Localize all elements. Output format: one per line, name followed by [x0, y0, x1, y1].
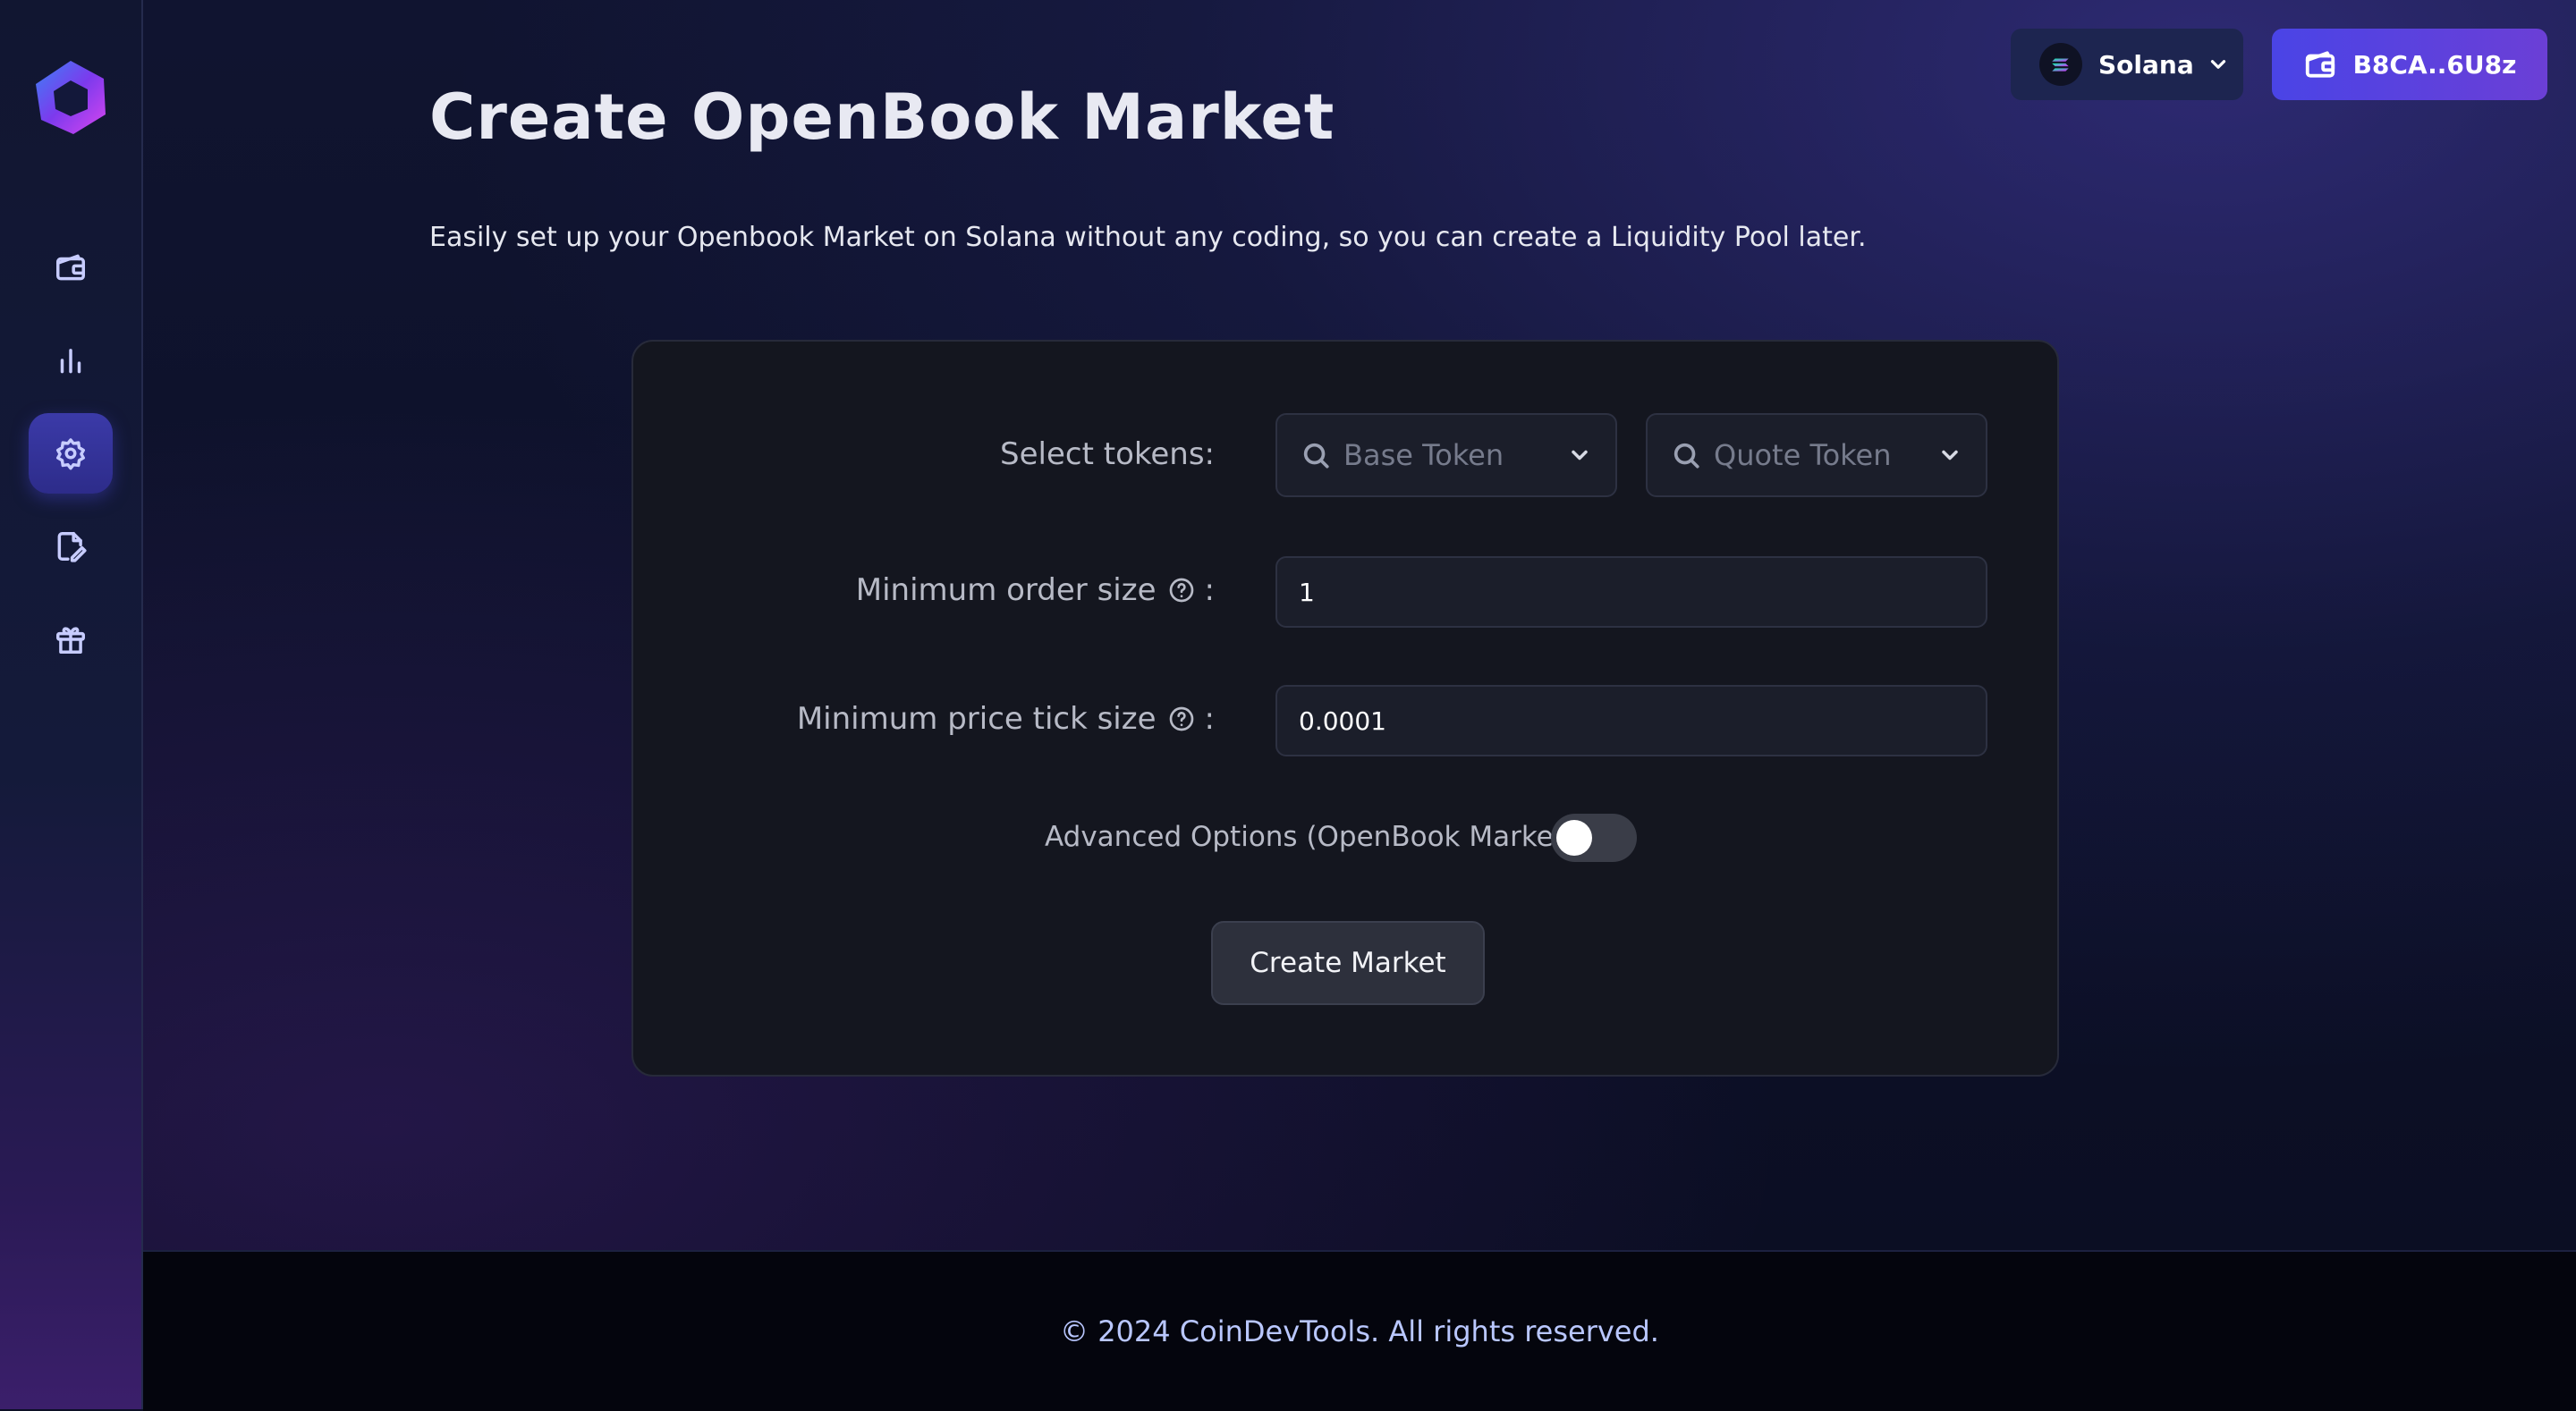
min-order-size-input[interactable] — [1275, 556, 1987, 628]
help-icon[interactable] — [1167, 705, 1196, 733]
bar-chart-icon — [60, 349, 81, 374]
solana-icon — [2039, 43, 2082, 86]
page-subtitle: Easily set up your Openbook Market on So… — [429, 222, 1867, 253]
create-market-button[interactable]: Create Market — [1211, 921, 1485, 1005]
sidebar-item-chart[interactable] — [29, 320, 113, 401]
quote-token-select[interactable]: Quote Token — [1646, 413, 1987, 497]
search-icon — [1674, 443, 1699, 469]
chevron-down-icon — [1942, 450, 1958, 460]
chevron-down-icon — [1572, 450, 1588, 460]
toggle-knob — [1556, 820, 1592, 856]
app-logo[interactable] — [29, 55, 113, 139]
select-tokens-label-text: Select tokens: — [1000, 436, 1215, 472]
wallet-icon — [56, 254, 85, 281]
network-label: Solana — [2098, 49, 2194, 80]
min-tick-size-colon: : — [1204, 701, 1215, 737]
base-token-placeholder: Base Token — [1343, 438, 1504, 472]
sidebar-item-wallet[interactable] — [29, 227, 113, 308]
select-tokens-label: Select tokens: — [1000, 436, 1215, 472]
main-content: Solana B8CA..6U8z Create OpenBook Market… — [143, 0, 2576, 1250]
sidebar-item-document[interactable] — [29, 506, 113, 587]
sidebar-item-settings[interactable] — [29, 413, 113, 494]
min-order-size-colon: : — [1204, 572, 1215, 608]
min-tick-size-label-text: Minimum price tick size — [796, 701, 1157, 737]
min-order-size-label: Minimum order size : — [856, 572, 1215, 608]
help-icon[interactable] — [1167, 576, 1196, 604]
market-form-card: Select tokens: Base Token Quote Token Mi… — [631, 340, 2059, 1077]
sidebar — [0, 0, 143, 1409]
page-title: Create OpenBook Market — [429, 80, 1335, 154]
network-selector-button[interactable]: Solana — [2011, 29, 2243, 100]
footer: © 2024 CoinDevTools. All rights reserved… — [143, 1250, 2576, 1411]
chevron-down-icon — [2210, 60, 2225, 69]
wallet-address: B8CA..6U8z — [2352, 49, 2517, 80]
min-tick-size-label: Minimum price tick size : — [797, 701, 1215, 737]
min-tick-size-input[interactable] — [1275, 685, 1987, 756]
quote-token-placeholder: Quote Token — [1714, 438, 1892, 472]
gift-icon — [56, 627, 85, 654]
search-icon — [1303, 443, 1329, 469]
wallet-connect-button[interactable]: B8CA..6U8z — [2272, 29, 2547, 100]
sidebar-item-gift[interactable] — [29, 599, 113, 680]
advanced-options-label: Advanced Options (OpenBook Market) — [1045, 821, 1575, 853]
footer-copyright: © 2024 CoinDevTools. All rights reserved… — [1060, 1314, 1659, 1348]
min-order-size-label-text: Minimum order size — [855, 572, 1157, 608]
wallet-icon — [2305, 51, 2334, 78]
document-edit-icon — [57, 532, 87, 562]
base-token-select[interactable]: Base Token — [1275, 413, 1617, 497]
gear-icon — [56, 438, 85, 470]
advanced-options-toggle[interactable] — [1551, 814, 1637, 862]
